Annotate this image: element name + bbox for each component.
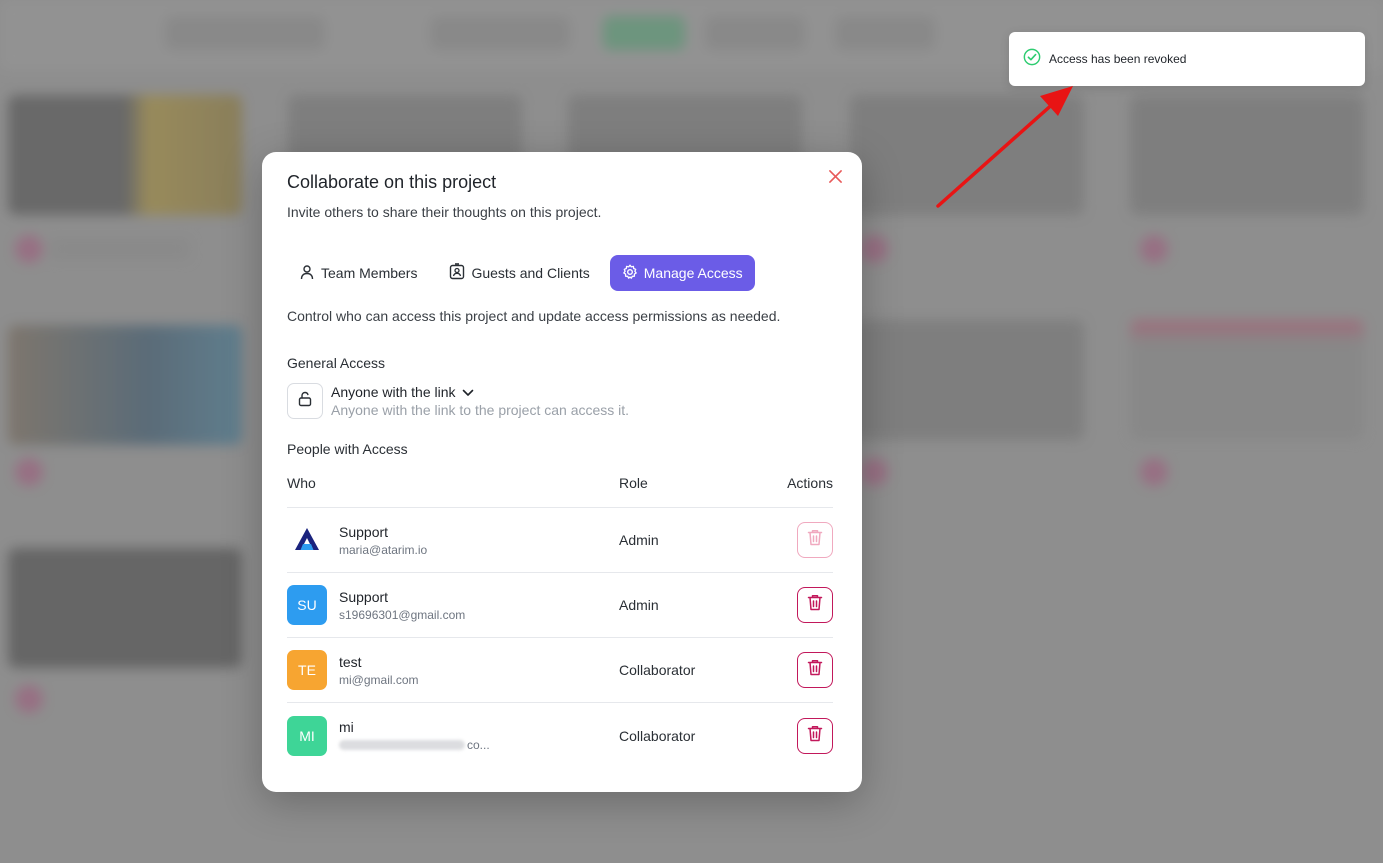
modal-title: Collaborate on this project bbox=[287, 172, 497, 192]
lock-box bbox=[287, 383, 323, 419]
tab-label: Guests and Clients bbox=[471, 265, 590, 281]
avatar: SU bbox=[287, 585, 327, 625]
person-role: Collaborator bbox=[619, 727, 696, 744]
avatar: TE bbox=[287, 650, 327, 690]
tab-label: Team Members bbox=[321, 265, 418, 281]
tab-manage-access[interactable]: Manage Access bbox=[609, 255, 755, 291]
delete-access-button[interactable] bbox=[797, 522, 833, 558]
trash-icon bbox=[807, 659, 823, 681]
person-name: test bbox=[339, 653, 362, 670]
atarim-logo-icon bbox=[294, 527, 320, 554]
table-row: SU Support s19696301@gmail.com Admin bbox=[287, 573, 833, 638]
collaborate-modal: Collaborate on this project Invite other… bbox=[262, 152, 862, 792]
table-header: Who Role Actions bbox=[287, 474, 833, 508]
trash-icon bbox=[807, 725, 823, 747]
delete-access-button[interactable] bbox=[797, 717, 833, 754]
person-role: Collaborator bbox=[619, 662, 696, 678]
id-badge-icon bbox=[449, 263, 465, 283]
manage-access-description: Control who can access this project and … bbox=[287, 308, 781, 324]
modal-subtitle: Invite others to share their thoughts on… bbox=[287, 204, 602, 220]
table-row: Support maria@atarim.io Admin bbox=[287, 508, 833, 573]
general-access-dropdown[interactable]: Anyone with the link bbox=[331, 384, 629, 400]
person-name: Support bbox=[339, 588, 389, 605]
user-icon bbox=[299, 264, 315, 283]
general-access: Anyone with the link Anyone with the lin… bbox=[287, 383, 629, 419]
person-email: s19696301@gmail.com bbox=[339, 607, 466, 622]
table-row: MI mi co... Collaborator bbox=[287, 703, 833, 768]
person-email: co... bbox=[467, 738, 490, 752]
toast-notification: Access has been revoked bbox=[1009, 32, 1365, 86]
unlock-icon bbox=[297, 391, 313, 412]
trash-icon bbox=[807, 594, 823, 616]
people-table: Who Role Actions Support maria@atarim.io bbox=[287, 474, 833, 768]
gear-icon bbox=[622, 264, 638, 283]
person-name: Support bbox=[339, 523, 389, 540]
person-email-redacted: co... bbox=[339, 738, 490, 752]
trash-icon bbox=[807, 529, 823, 551]
tab-label: Manage Access bbox=[643, 265, 743, 281]
person-name: mi bbox=[339, 719, 354, 735]
avatar bbox=[287, 520, 327, 560]
person-email: mi@gmail.com bbox=[339, 672, 419, 687]
tab-bar: Team Members Guests and Clients Manage A… bbox=[287, 255, 755, 291]
column-role: Role bbox=[619, 475, 648, 491]
close-button[interactable] bbox=[826, 170, 844, 188]
tab-team-members[interactable]: Team Members bbox=[287, 255, 429, 291]
general-access-label: General Access bbox=[287, 355, 386, 371]
avatar: MI bbox=[287, 715, 327, 756]
close-icon bbox=[828, 170, 842, 188]
table-row: TE test mi@gmail.com Collaborator bbox=[287, 638, 833, 703]
tab-guests-and-clients[interactable]: Guests and Clients bbox=[437, 255, 601, 291]
column-who: Who bbox=[287, 475, 316, 491]
toast-message: Access has been revoked bbox=[1049, 52, 1187, 66]
person-role: Admin bbox=[619, 532, 659, 548]
annotation-arrow-icon bbox=[936, 86, 1073, 208]
person-role: Admin bbox=[619, 597, 659, 613]
redacted-text bbox=[339, 740, 465, 750]
general-access-hint: Anyone with the link to the project can … bbox=[331, 402, 630, 418]
delete-access-button[interactable] bbox=[797, 587, 833, 623]
check-circle-icon bbox=[1023, 48, 1041, 71]
general-access-value: Anyone with the link bbox=[331, 384, 456, 400]
chevron-down-icon bbox=[462, 384, 474, 400]
people-with-access-label: People with Access bbox=[287, 441, 408, 457]
column-actions: Actions bbox=[787, 475, 833, 491]
person-email: maria@atarim.io bbox=[339, 542, 428, 557]
delete-access-button[interactable] bbox=[797, 652, 833, 688]
